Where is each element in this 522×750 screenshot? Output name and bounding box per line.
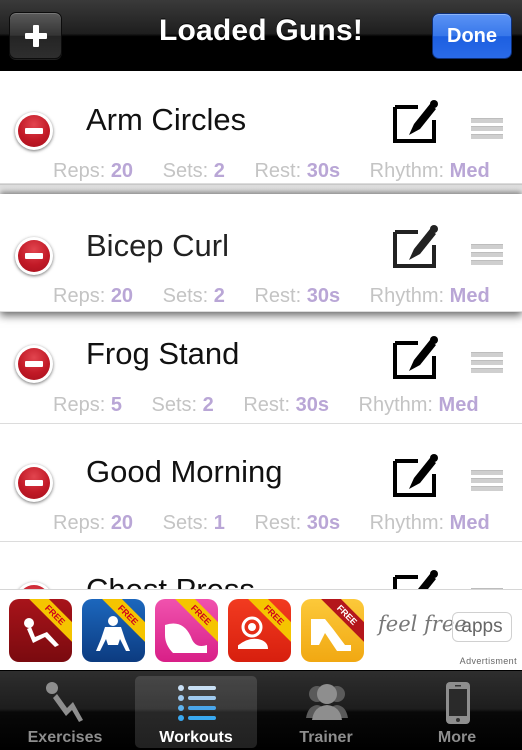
exercise-name: Good Morning — [86, 454, 283, 489]
reps-value: 20 — [110, 285, 134, 307]
exercise-name: Chest Press — [86, 572, 255, 590]
reps-value: 5 — [110, 394, 122, 416]
done-button[interactable]: Done — [432, 13, 512, 59]
exercise-row-dragging[interactable]: Bicep Curl Reps: 20 Sets: 2 Rest: 30s Rh… — [0, 194, 522, 312]
ad-app-butt[interactable]: FREE — [155, 599, 218, 662]
rhythm-value: Med — [449, 285, 490, 307]
feelfree-apps-logo: apps — [452, 612, 512, 642]
tab-label: More — [437, 729, 477, 746]
rest-value: 30s — [295, 394, 329, 416]
people-icon — [306, 684, 348, 720]
tab-trainer[interactable]: Trainer — [261, 671, 391, 750]
delete-button[interactable] — [15, 237, 53, 275]
ad-app-abs[interactable]: FREE — [9, 599, 72, 662]
ad-app-legs[interactable]: FREE — [301, 599, 364, 662]
reps-value: 20 — [110, 512, 134, 534]
rest-value: 30s — [306, 160, 341, 182]
reps-label: Reps: — [53, 512, 106, 534]
tab-bar: Exercises Workouts Trainer More — [0, 670, 522, 750]
list-icon — [178, 685, 216, 721]
rest-label: Rest: — [254, 285, 302, 307]
ad-app-arms[interactable]: FREE — [228, 599, 291, 662]
rhythm-label: Rhythm: — [358, 394, 433, 416]
exercise-stats: Reps: 20 Sets: 2 Rest: 30s Rhythm: Med — [53, 160, 514, 183]
sets-value: 2 — [202, 394, 214, 416]
sets-label: Sets: — [162, 160, 209, 182]
tab-exercises[interactable]: Exercises — [0, 671, 130, 750]
exercise-person-icon — [46, 682, 83, 722]
ad-app-pushups[interactable]: FREE — [82, 599, 145, 662]
minus-circle-icon — [18, 115, 50, 147]
tab-more[interactable]: More — [392, 671, 522, 750]
exercise-stats: Reps: 20 Sets: 1 Rest: 30s Rhythm: Med — [53, 512, 514, 535]
edit-pencil-icon[interactable] — [392, 223, 440, 269]
sets-label: Sets: — [151, 394, 198, 416]
reorder-handle[interactable] — [471, 244, 503, 268]
advertisement-label: Advertisment — [459, 656, 517, 666]
workout-exercise-list[interactable]: Arm Circles Reps: 20 Sets: 2 Rest: 30s R… — [0, 72, 522, 590]
reps-label: Reps: — [53, 160, 106, 182]
exercise-name: Frog Stand — [86, 336, 240, 371]
sets-value: 2 — [213, 160, 225, 182]
rest-label: Rest: — [243, 394, 291, 416]
tab-label: Trainer — [299, 729, 353, 746]
rest-label: Rest: — [254, 512, 302, 534]
edit-pencil-icon[interactable] — [392, 334, 440, 380]
sets-label: Sets: — [162, 285, 209, 307]
reps-value: 20 — [110, 160, 134, 182]
rest-label: Rest: — [254, 160, 302, 182]
delete-button[interactable] — [15, 345, 53, 383]
minus-circle-icon — [18, 240, 50, 272]
reps-label: Reps: — [53, 394, 106, 416]
reps-label: Reps: — [53, 285, 106, 307]
delete-button[interactable] — [15, 112, 53, 150]
tab-label: Workouts — [159, 729, 233, 746]
leg-figure-icon — [165, 623, 207, 653]
exercise-stats: Reps: 20 Sets: 2 Rest: 30s Rhythm: Med — [53, 285, 514, 308]
edit-pencil-icon[interactable] — [392, 98, 440, 144]
reorder-handle[interactable] — [471, 118, 503, 142]
minus-circle-icon — [18, 467, 50, 499]
pushup-figure-icon — [96, 616, 130, 651]
phone-icon — [446, 682, 470, 724]
rhythm-label: Rhythm: — [369, 285, 445, 307]
sets-value: 1 — [213, 512, 225, 534]
tab-workouts[interactable]: Workouts — [131, 671, 261, 750]
reorder-handle[interactable] — [471, 470, 503, 494]
rhythm-label: Rhythm: — [369, 160, 445, 182]
rest-value: 30s — [306, 512, 341, 534]
reorder-handle[interactable] — [471, 352, 503, 376]
exercise-row[interactable]: Chest Press — [0, 542, 522, 590]
plus-icon — [24, 24, 47, 47]
edit-pencil-icon[interactable] — [392, 568, 440, 590]
advertisement-banner[interactable]: FREE FREE FREE FREE FREE feel free apps — [0, 589, 522, 670]
dumbbell-arm-icon — [238, 616, 268, 649]
exercise-stats: Reps: 5 Sets: 2 Rest: 30s Rhythm: Med — [53, 394, 503, 417]
add-exercise-button[interactable] — [9, 12, 62, 59]
delete-button[interactable] — [15, 464, 53, 502]
exercise-row[interactable]: Frog Stand Reps: 5 Sets: 2 Rest: 30s Rhy… — [0, 312, 522, 424]
minus-circle-icon — [18, 348, 50, 380]
exercise-name: Arm Circles — [86, 102, 247, 137]
sets-label: Sets: — [162, 512, 209, 534]
rhythm-label: Rhythm: — [369, 512, 445, 534]
sets-value: 2 — [213, 285, 225, 307]
rest-value: 30s — [306, 285, 341, 307]
exercise-row[interactable]: Arm Circles Reps: 20 Sets: 2 Rest: 30s R… — [0, 72, 522, 184]
tab-label: Exercises — [27, 729, 103, 746]
navigation-bar: Loaded Guns! Done — [0, 0, 522, 71]
situp-figure-icon — [24, 618, 59, 647]
exercise-name: Bicep Curl — [86, 228, 229, 263]
rhythm-value: Med — [449, 160, 490, 182]
rhythm-value: Med — [449, 512, 490, 534]
edit-pencil-icon[interactable] — [392, 452, 440, 498]
rhythm-value: Med — [438, 394, 479, 416]
exercise-row[interactable]: Good Morning Reps: 20 Sets: 1 Rest: 30s … — [0, 424, 522, 542]
row-gap — [0, 184, 522, 194]
lunge-figure-icon — [311, 619, 351, 651]
